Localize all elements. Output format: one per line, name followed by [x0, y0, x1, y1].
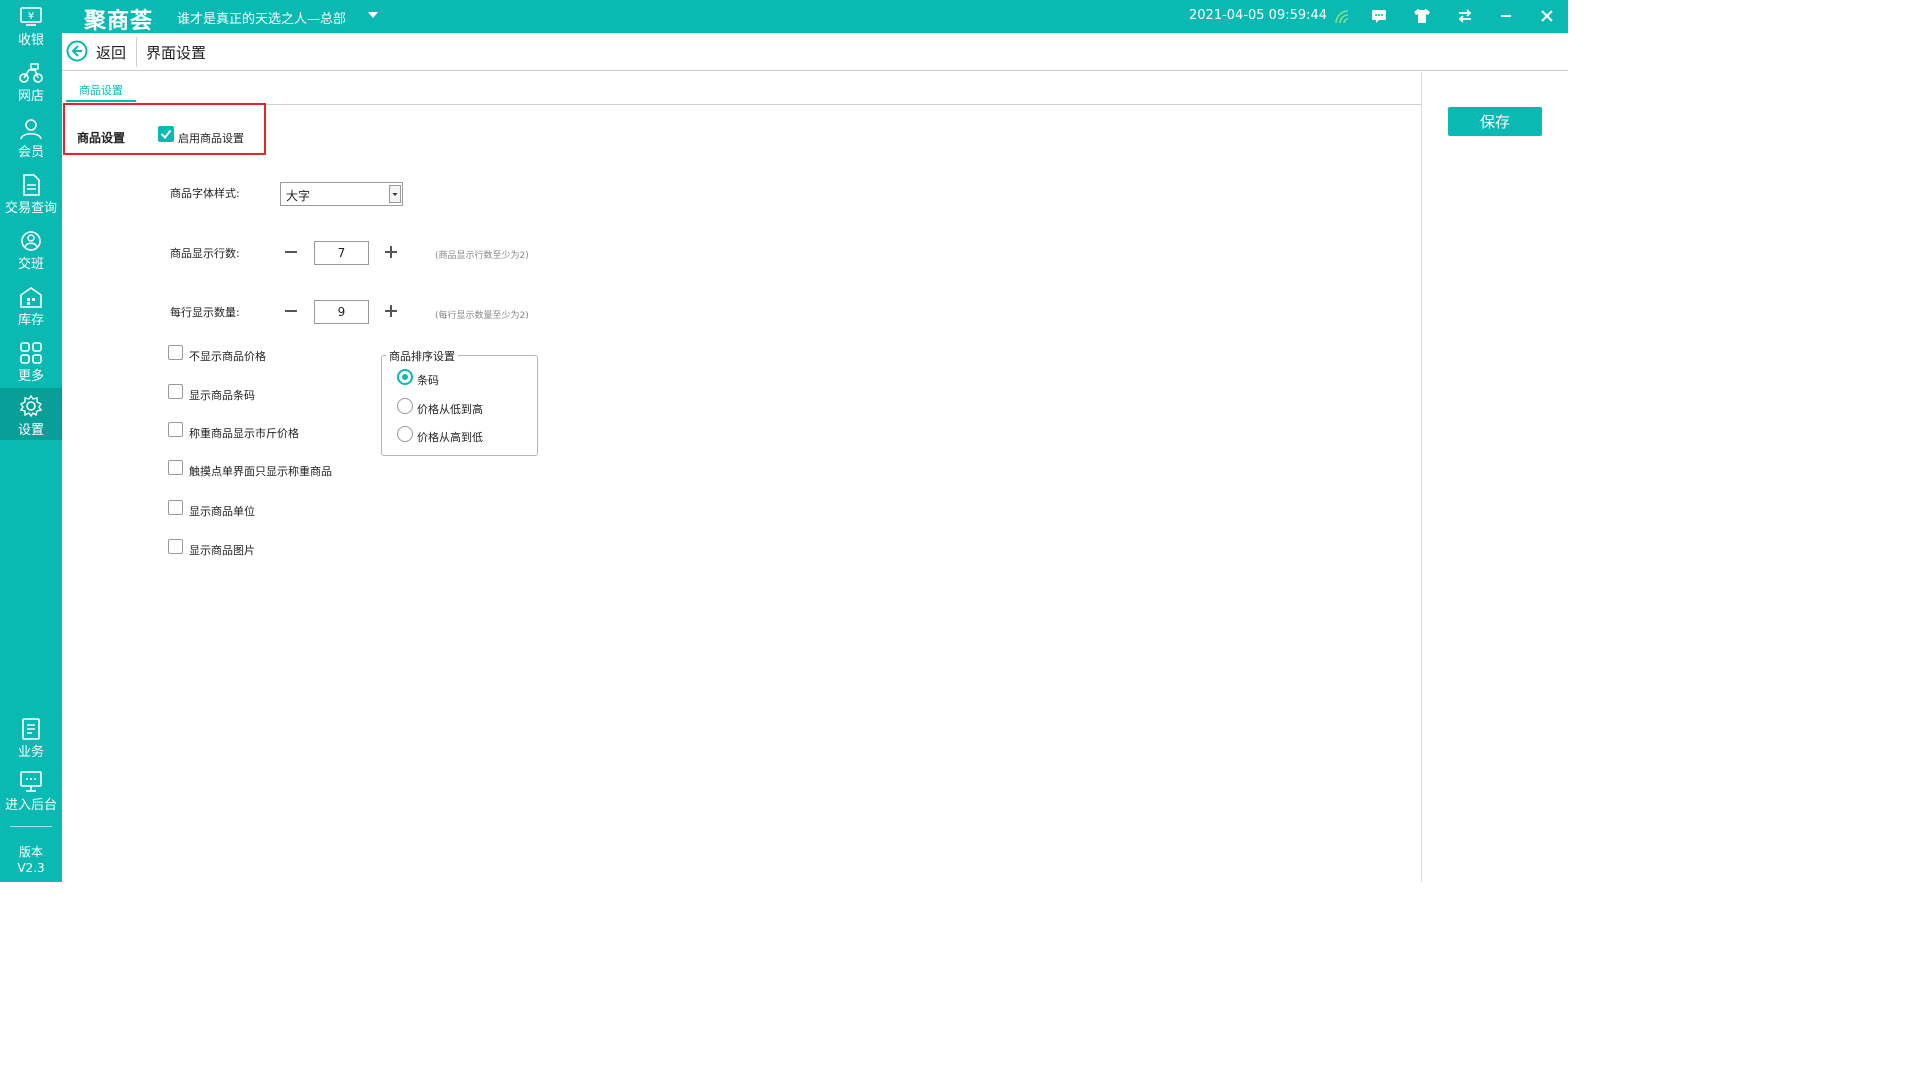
- gear-icon: [19, 394, 43, 418]
- checkbox[interactable]: [168, 384, 183, 399]
- document-icon: [23, 174, 40, 196]
- rows-input[interactable]: 7: [314, 241, 369, 265]
- back-button[interactable]: 返回: [96, 42, 126, 63]
- checkbox-label[interactable]: 显示商品条码: [189, 387, 255, 403]
- radio-button[interactable]: [397, 426, 413, 442]
- version-number: V2.3: [17, 861, 45, 875]
- radio-label[interactable]: 价格从低到高: [417, 401, 483, 417]
- checkbox[interactable]: [168, 500, 183, 515]
- grid-icon: [20, 342, 42, 364]
- sidebar-item-label: 会员: [17, 145, 44, 160]
- sidebar-item-label: 交班: [17, 257, 44, 272]
- checkbox[interactable]: [168, 460, 183, 475]
- checkbox-label[interactable]: 显示商品单位: [189, 503, 255, 519]
- svg-text:¥: ¥: [28, 11, 34, 22]
- member-user-icon: [20, 119, 42, 140]
- checkbox-label[interactable]: 显示商品图片: [189, 542, 255, 558]
- warehouse-icon: [20, 287, 42, 308]
- sidebar-item-checkout[interactable]: ¥ 收银: [0, 0, 62, 52]
- checkbox[interactable]: [168, 539, 183, 554]
- sidebar-item-online-store[interactable]: 网店: [0, 56, 62, 108]
- store-name[interactable]: 谁才是真正的天选之人—总部: [177, 8, 346, 27]
- radio-label[interactable]: 价格从高到低: [417, 429, 483, 445]
- datetime: 2021-04-05 09:59:44: [1189, 8, 1328, 23]
- radio-label[interactable]: 条码: [417, 372, 439, 388]
- back-arrow-icon[interactable]: [66, 40, 88, 62]
- font-style-value: 大字: [286, 189, 311, 203]
- sidebar-item-label: 更多: [17, 369, 44, 384]
- message-icon[interactable]: [1369, 6, 1389, 26]
- font-style-select[interactable]: 大字: [280, 182, 403, 206]
- minimize-icon[interactable]: [1496, 6, 1516, 26]
- per-row-label: 每行显示数量:: [170, 306, 240, 319]
- sidebar-divider: [10, 826, 52, 827]
- page-title: 界面设置: [146, 44, 207, 62]
- top-bar: 聚商荟 谁才是真正的天选之人—总部 2021-04-05 09:59:44: [62, 0, 1568, 34]
- sidebar-item-shift[interactable]: 交班: [0, 224, 62, 276]
- sidebar-item-settings[interactable]: 设置: [0, 388, 62, 440]
- section-title: 商品设置: [77, 131, 126, 145]
- book-icon: [22, 718, 40, 740]
- checkbox[interactable]: [168, 422, 183, 437]
- enable-section: 商品设置 启用商品设置: [63, 103, 266, 155]
- checkbox[interactable]: [168, 345, 183, 360]
- checkmark-icon: [160, 129, 172, 140]
- per-row-hint: (每行显示数量至少为2): [435, 311, 529, 321]
- panel-divider: [1421, 72, 1422, 882]
- sidebar-item-label: 交易查询: [4, 201, 57, 216]
- sidebar-item-backend[interactable]: 进入后台: [0, 765, 62, 817]
- per-row-minus-icon[interactable]: [282, 302, 300, 320]
- version-info: 版本 V2.3: [0, 844, 62, 876]
- rows-label: 商品显示行数:: [170, 247, 240, 260]
- checkbox-label[interactable]: 触摸点单界面只显示称重商品: [189, 463, 332, 479]
- enable-checkbox[interactable]: [158, 126, 174, 142]
- version-label: 版本: [18, 845, 43, 859]
- rows-hint: (商品显示行数至少为2): [435, 251, 529, 261]
- sidebar-item-business[interactable]: 业务: [0, 712, 62, 764]
- sidebar-item-label: 设置: [17, 423, 44, 438]
- delivery-bike-icon: [19, 63, 43, 83]
- sort-group-title: 商品排序设置: [386, 348, 458, 364]
- close-icon[interactable]: [1537, 6, 1557, 26]
- tab-product-settings[interactable]: 商品设置: [66, 82, 136, 102]
- page-header: 返回 界面设置: [62, 33, 1568, 71]
- checkbox-label[interactable]: 称重商品显示市斤价格: [189, 425, 299, 441]
- sidebar-item-inventory[interactable]: 库存: [0, 280, 62, 332]
- chevron-down-icon: [392, 193, 398, 196]
- rows-minus-icon[interactable]: [282, 243, 300, 261]
- monitor-icon: [20, 771, 42, 792]
- font-style-label: 商品字体样式:: [170, 187, 240, 200]
- checkbox-label[interactable]: 不显示商品价格: [189, 348, 266, 364]
- sidebar-item-label: 收银: [17, 33, 44, 48]
- app-logo: 聚商荟: [84, 9, 154, 34]
- shift-handover-icon: [21, 231, 41, 251]
- sidebar-item-transactions[interactable]: 交易查询: [0, 168, 62, 220]
- per-row-plus-icon[interactable]: [382, 302, 400, 320]
- sidebar-item-more[interactable]: 更多: [0, 336, 62, 388]
- sort-settings-group: 商品排序设置 条码 价格从低到高 价格从高到低: [381, 348, 538, 456]
- yen-register-icon: ¥: [20, 7, 42, 26]
- wifi-signal-icon: [1335, 10, 1349, 24]
- radio-button[interactable]: [397, 398, 413, 414]
- rows-plus-icon[interactable]: [382, 243, 400, 261]
- sidebar-item-label: 库存: [17, 313, 44, 328]
- enable-checkbox-label[interactable]: 启用商品设置: [178, 130, 244, 146]
- save-button[interactable]: 保存: [1448, 107, 1542, 136]
- per-row-input[interactable]: 9: [314, 300, 369, 324]
- sidebar-item-member[interactable]: 会员: [0, 112, 62, 164]
- switch-arrows-icon[interactable]: [1455, 6, 1475, 26]
- sidebar-item-label: 进入后台: [4, 798, 57, 813]
- sidebar-item-label[interactable]: 业务: [0, 741, 62, 760]
- chevron-down-icon[interactable]: [366, 8, 380, 22]
- header-divider: [136, 37, 137, 67]
- radio-button[interactable]: [397, 369, 413, 385]
- sidebar: ¥ 收银 网店 会员 交易查询 交班 库存 更多 设置 业务 进入后台 版本 V…: [0, 0, 62, 882]
- dropdown-arrow[interactable]: [389, 185, 401, 203]
- tshirt-skin-icon[interactable]: [1412, 6, 1432, 26]
- sidebar-item-label: 网店: [17, 89, 44, 104]
